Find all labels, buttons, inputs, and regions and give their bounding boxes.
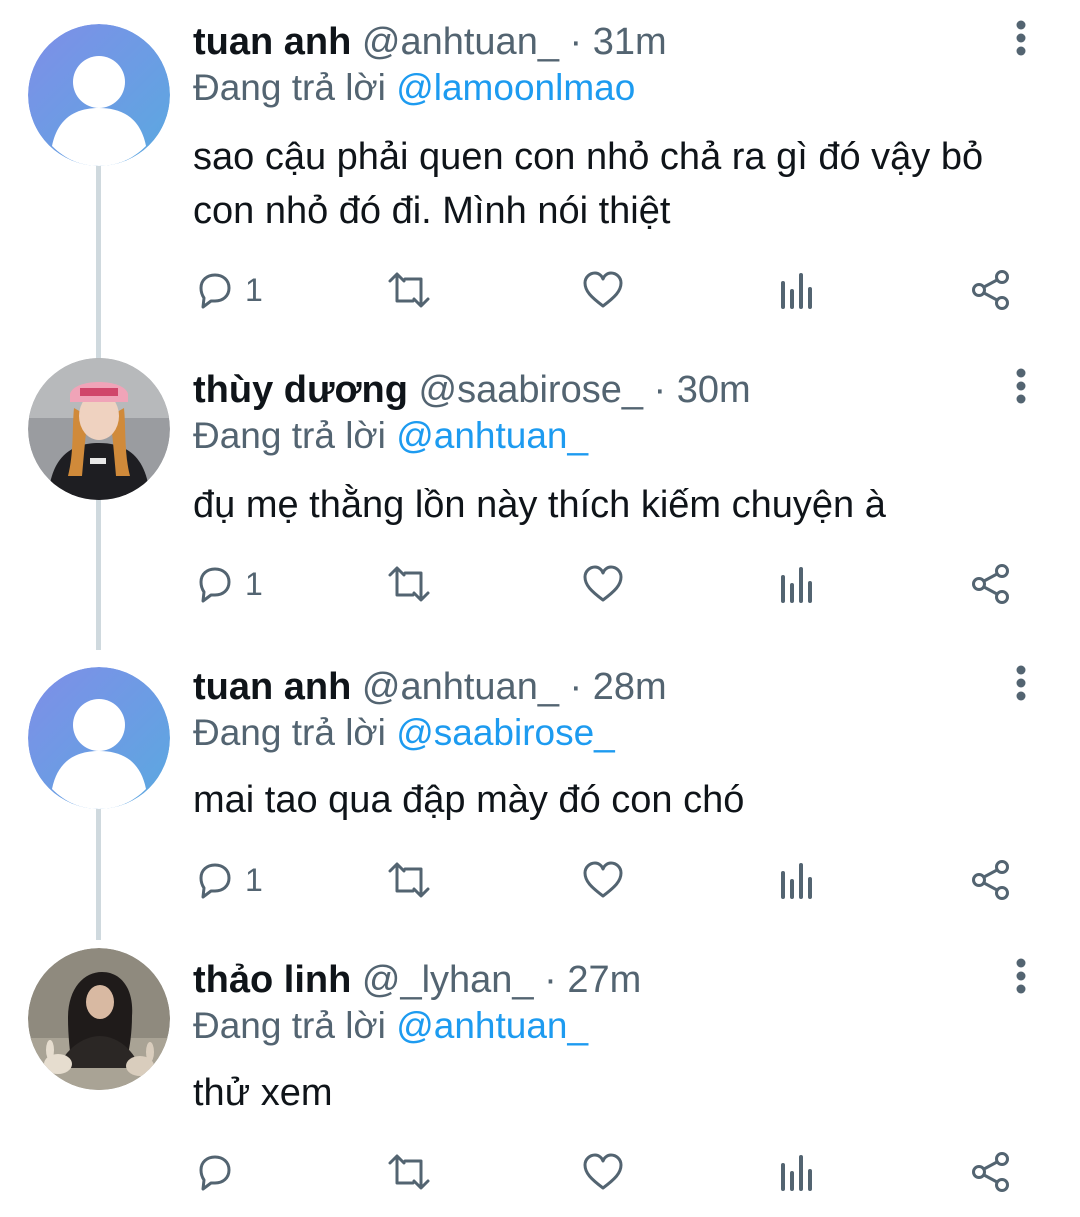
profile-photo <box>28 948 170 1090</box>
analytics-icon <box>781 273 812 309</box>
replying-to: Đang trả lời @saabirose_ <box>193 711 615 755</box>
timestamp[interactable]: 30m <box>677 369 751 411</box>
retweet-icon <box>388 1154 430 1190</box>
retweet-button[interactable] <box>385 858 433 902</box>
heart-icon <box>583 1153 623 1190</box>
default-avatar-icon <box>28 667 170 809</box>
share-button[interactable] <box>970 858 1012 902</box>
reply-icon <box>199 567 231 603</box>
heart-icon <box>583 861 623 898</box>
action-bar: 1 <box>193 268 1023 312</box>
views-button[interactable] <box>778 858 816 902</box>
user-handle[interactable]: @saabirose_ <box>419 369 643 411</box>
share-icon <box>972 270 1009 310</box>
reply-button[interactable]: 1 <box>193 562 263 606</box>
replying-to: Đang trả lời @anhtuan_ <box>193 1004 588 1048</box>
analytics-icon <box>781 863 812 899</box>
user-handle[interactable]: @anhtuan_ <box>362 666 559 708</box>
avatar[interactable] <box>28 24 170 166</box>
mention-link[interactable]: @lamoonlmao <box>396 67 635 108</box>
tweet[interactable]: tuan anh @anhtuan_ · 28m Đang trả lời @s… <box>0 645 1080 935</box>
reply-icon <box>199 863 231 899</box>
more-vertical-icon[interactable] <box>1006 663 1036 703</box>
share-icon <box>972 860 1009 900</box>
separator: · <box>653 369 667 411</box>
retweet-icon <box>388 862 430 898</box>
default-avatar-icon <box>28 24 170 166</box>
timestamp[interactable]: 28m <box>593 666 667 708</box>
more-vertical-icon[interactable] <box>1006 956 1036 996</box>
avatar[interactable] <box>28 948 170 1090</box>
views-button[interactable] <box>778 562 816 606</box>
retweet-icon <box>388 272 430 308</box>
timestamp[interactable]: 31m <box>593 21 667 63</box>
display-name[interactable]: thảo linh <box>193 959 351 1001</box>
reply-prefix: Đang trả lời <box>193 712 386 753</box>
reply-button[interactable] <box>193 1150 245 1194</box>
display-name[interactable]: thùy dương <box>193 369 408 411</box>
tweet-header: tuan anh @anhtuan_ · 31m <box>193 20 667 64</box>
user-handle[interactable]: @anhtuan_ <box>362 21 559 63</box>
user-handle[interactable]: @_lyhan_ <box>362 959 534 1001</box>
reply-prefix: Đang trả lời <box>193 1005 386 1046</box>
reply-count: 1 <box>245 565 263 602</box>
separator: · <box>544 959 557 1001</box>
retweet-button[interactable] <box>385 1150 433 1194</box>
heart-icon <box>583 271 623 308</box>
views-button[interactable] <box>778 1150 816 1194</box>
display-name[interactable]: tuan anh <box>193 21 351 63</box>
separator: · <box>569 666 583 708</box>
reply-count: 1 <box>245 271 263 308</box>
retweet-icon <box>388 566 430 602</box>
more-vertical-icon[interactable] <box>1006 18 1036 58</box>
retweet-button[interactable] <box>385 268 433 312</box>
avatar[interactable] <box>28 667 170 809</box>
like-button[interactable] <box>581 268 625 312</box>
action-bar <box>193 1150 1023 1194</box>
mention-link[interactable]: @anhtuan_ <box>396 1005 588 1046</box>
reply-button[interactable]: 1 <box>193 858 263 902</box>
mention-link[interactable]: @anhtuan_ <box>396 415 588 456</box>
like-button[interactable] <box>581 562 625 606</box>
analytics-icon <box>781 567 812 603</box>
display-name[interactable]: tuan anh <box>193 666 351 708</box>
reply-icon <box>199 1155 231 1191</box>
analytics-icon <box>781 1155 812 1191</box>
share-icon <box>972 1152 1009 1192</box>
like-button[interactable] <box>581 858 625 902</box>
tweet-text: mai tao qua đập mày đó con chó <box>193 779 745 821</box>
like-button[interactable] <box>581 1150 625 1194</box>
tweet[interactable]: thảo linh @_lyhan_ · 27m Đang trả lời @a… <box>0 938 1080 1217</box>
tweet-text: thử xem <box>193 1072 333 1114</box>
tweet-text: sao cậu phải quen con nhỏ chả ra gì đó v… <box>193 136 984 232</box>
replying-to: Đang trả lời @lamoonlmao <box>193 66 635 110</box>
reply-icon <box>199 273 231 309</box>
tweet-text: đụ mẹ thằng lồn này thích kiếm chuyện à <box>193 484 886 526</box>
tweet-header: thùy dương @saabirose_ · 30m <box>193 368 751 412</box>
replying-to: Đang trả lời @anhtuan_ <box>193 414 588 458</box>
timestamp[interactable]: 27m <box>567 959 641 1001</box>
mention-link[interactable]: @saabirose_ <box>396 712 615 753</box>
share-icon <box>972 564 1009 604</box>
tweet-header: thảo linh @_lyhan_ · 27m <box>193 958 641 1002</box>
separator: · <box>569 21 583 63</box>
tweet-header: tuan anh @anhtuan_ · 28m <box>193 665 667 709</box>
reply-prefix: Đang trả lời <box>193 67 386 108</box>
reply-button[interactable]: 1 <box>193 268 263 312</box>
profile-photo <box>28 358 170 500</box>
action-bar: 1 <box>193 562 1023 606</box>
share-button[interactable] <box>970 1150 1012 1194</box>
share-button[interactable] <box>970 562 1012 606</box>
tweet[interactable]: tuan anh @anhtuan_ · 31m Đang trả lời @l… <box>0 0 1080 345</box>
reply-count: 1 <box>245 861 263 898</box>
retweet-button[interactable] <box>385 562 433 606</box>
tweet[interactable]: thùy dương @saabirose_ · 30m Đang trả lờ… <box>0 348 1080 643</box>
avatar[interactable] <box>28 358 170 500</box>
more-vertical-icon[interactable] <box>1006 366 1036 406</box>
reply-prefix: Đang trả lời <box>193 415 386 456</box>
heart-icon <box>583 565 623 602</box>
views-button[interactable] <box>778 268 816 312</box>
share-button[interactable] <box>970 268 1012 312</box>
action-bar: 1 <box>193 858 1023 902</box>
